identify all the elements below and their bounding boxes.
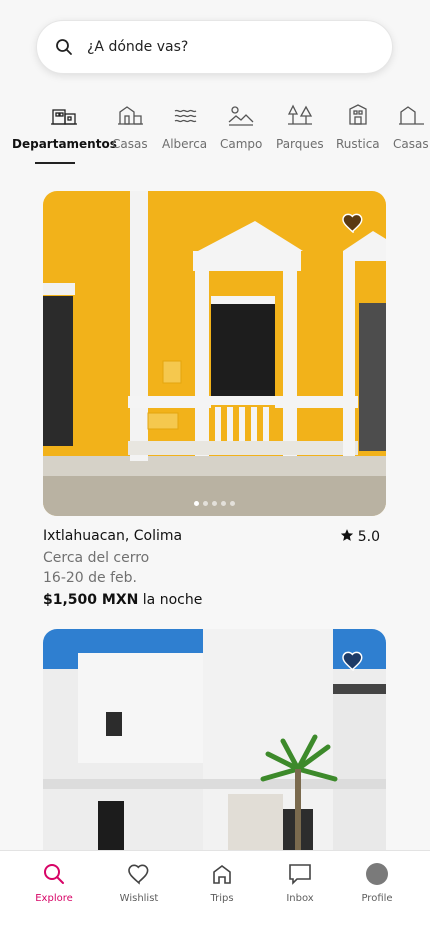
house-icon bbox=[397, 102, 425, 130]
house-icon bbox=[116, 102, 144, 130]
tab-label: Trips bbox=[210, 893, 234, 904]
listing-card[interactable] bbox=[43, 629, 386, 869]
wishlist-heart-icon[interactable] bbox=[342, 651, 364, 672]
category-label: Campo bbox=[220, 137, 263, 151]
category-label: Parques bbox=[276, 137, 324, 151]
category-casas-2[interactable]: Casas bbox=[393, 96, 429, 151]
listing-subtitle: Cerca del cerro bbox=[43, 550, 150, 566]
tab-label: Explore bbox=[35, 893, 73, 904]
category-rustica[interactable]: Rustica bbox=[336, 96, 380, 151]
category-label: Rustica bbox=[336, 137, 380, 151]
park-icon bbox=[286, 102, 314, 130]
listing-rating: 5.0 bbox=[340, 528, 380, 546]
listing-card[interactable]: Ixtlahuacan, Colima 5.0 Cerca del cerro … bbox=[43, 191, 386, 608]
apartment-icon bbox=[50, 102, 78, 130]
category-parques[interactable]: Parques bbox=[276, 96, 324, 151]
tab-trips[interactable]: Trips bbox=[187, 861, 257, 904]
category-departamentos[interactable]: Departamentos bbox=[12, 96, 117, 151]
tab-wishlist[interactable]: Wishlist bbox=[104, 861, 174, 904]
photo-pagination-dots bbox=[43, 501, 386, 506]
listing-price: $1,500 MXN bbox=[43, 592, 139, 608]
tab-profile[interactable]: Profile bbox=[342, 861, 412, 904]
star-icon bbox=[340, 528, 354, 546]
listing-photo[interactable] bbox=[43, 191, 386, 516]
tab-explore[interactable]: Explore bbox=[19, 861, 89, 904]
search-icon bbox=[41, 861, 67, 887]
search-icon bbox=[55, 38, 73, 56]
listing-dates: 16-20 de feb. bbox=[43, 570, 137, 586]
rating-value: 5.0 bbox=[357, 529, 380, 545]
listing-photo[interactable] bbox=[43, 629, 386, 869]
bottom-tab-bar: Explore Wishlist Trips Inbox Profile bbox=[0, 850, 430, 933]
wishlist-heart-icon[interactable] bbox=[342, 213, 364, 234]
category-label: Casas bbox=[393, 137, 429, 151]
avatar bbox=[364, 861, 390, 887]
search-placeholder: ¿A dónde vas? bbox=[87, 39, 189, 55]
category-label: Casas bbox=[112, 137, 148, 151]
listing-price-row: $1,500 MXN la noche bbox=[43, 592, 386, 608]
listing-title: Ixtlahuacan, Colima bbox=[43, 528, 183, 544]
search-bar[interactable]: ¿A dónde vas? bbox=[36, 20, 393, 74]
heart-icon bbox=[126, 861, 152, 887]
category-label: Departamentos bbox=[12, 137, 117, 151]
home-icon bbox=[209, 861, 235, 887]
active-category-indicator bbox=[35, 162, 75, 164]
tab-label: Inbox bbox=[286, 893, 314, 904]
price-suffix: la noche bbox=[142, 592, 203, 608]
rustic-icon bbox=[344, 102, 372, 130]
pool-icon bbox=[171, 102, 199, 130]
message-icon bbox=[287, 861, 313, 887]
tab-inbox[interactable]: Inbox bbox=[265, 861, 335, 904]
category-casas[interactable]: Casas bbox=[112, 96, 148, 151]
category-alberca[interactable]: Alberca bbox=[162, 96, 207, 151]
category-label: Alberca bbox=[162, 137, 208, 151]
category-bar: Departamentos Casas Alberca Campo Parque… bbox=[0, 96, 430, 166]
category-campo[interactable]: Campo bbox=[220, 96, 262, 151]
countryside-icon bbox=[227, 102, 255, 130]
tab-label: Wishlist bbox=[119, 893, 159, 904]
tab-label: Profile bbox=[361, 893, 393, 904]
